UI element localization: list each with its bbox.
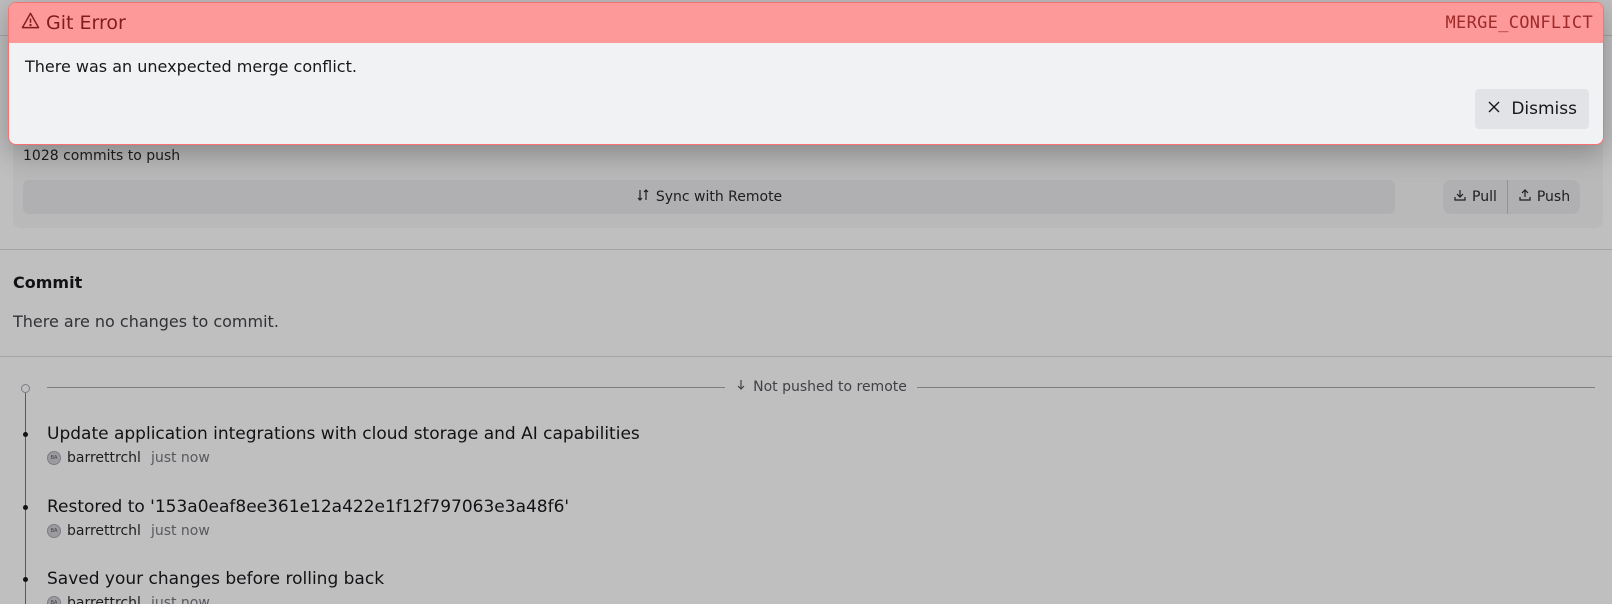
warning-triangle-icon	[21, 11, 40, 35]
dismiss-button[interactable]: Dismiss	[1475, 89, 1589, 129]
git-error-dialog: Git Error MERGE_CONFLICT There was an un…	[8, 2, 1604, 145]
error-code: MERGE_CONFLICT	[1445, 13, 1593, 33]
dialog-title: Git Error	[46, 12, 126, 34]
dismiss-label: Dismiss	[1511, 99, 1577, 119]
error-message: There was an unexpected merge conflict.	[25, 57, 357, 76]
dialog-header: Git Error MERGE_CONFLICT	[9, 3, 1603, 43]
close-icon	[1487, 99, 1501, 119]
